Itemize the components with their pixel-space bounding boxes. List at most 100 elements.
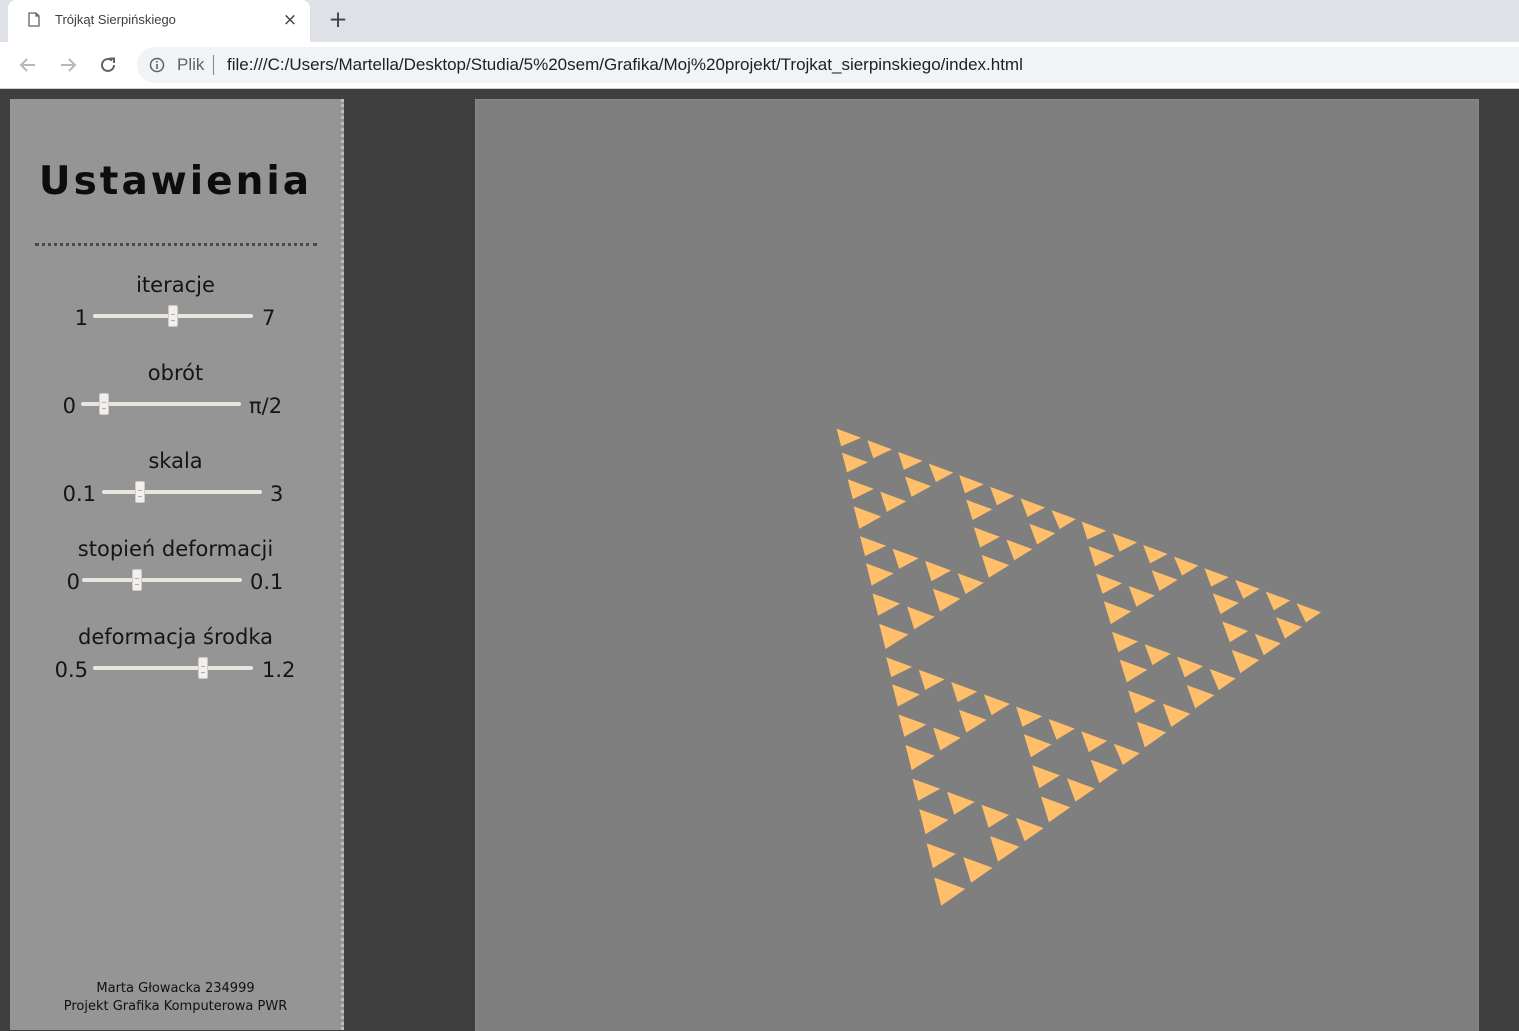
slider-thumb[interactable] [135, 481, 145, 503]
slider-thumb[interactable] [168, 305, 178, 327]
slider-track[interactable] [93, 305, 253, 327]
fractal-triangle [898, 451, 923, 470]
control-min: 0.1 [62, 482, 96, 506]
fractal-triangle [1081, 731, 1108, 753]
fractal-triangle [860, 536, 887, 556]
fractal-triangle [1173, 556, 1199, 576]
fractal-triangle [933, 727, 961, 751]
fractal-triangle [934, 877, 966, 906]
fractal-triangle [1151, 570, 1178, 591]
control-max: 0.1 [250, 570, 284, 594]
new-tab-icon[interactable]: + [325, 7, 351, 33]
fractal-triangle [1023, 734, 1052, 758]
reload-icon[interactable] [95, 52, 121, 78]
control-label: iteracje [136, 273, 215, 297]
fractal-triangle [990, 836, 1020, 862]
browser-tab[interactable]: Trójkąt Sierpińskiego × [8, 0, 310, 42]
fractal-triangle [1128, 586, 1155, 607]
control-min: 0.5 [54, 658, 88, 682]
control-skala: skala 0.1 3 [10, 449, 341, 519]
fractal-triangle [1088, 546, 1115, 567]
fractal-triangle [1051, 510, 1076, 530]
fractal-triangle [1103, 601, 1132, 625]
fractal-triangle [1128, 690, 1156, 714]
forward-arrow-icon[interactable] [55, 52, 81, 78]
title-divider [35, 243, 317, 246]
fractal-triangle [1020, 498, 1046, 517]
control-label: deformacja środka [78, 625, 273, 649]
fractal-triangle [990, 486, 1015, 506]
fractal-triangle [1096, 573, 1123, 594]
fractal-triangle [1209, 669, 1236, 691]
control-iteracje: iteracje 1 7 [10, 273, 341, 343]
fractal-triangle [1041, 796, 1071, 823]
control-label: stopień deformacji [77, 537, 274, 561]
fractal-triangle [1119, 659, 1148, 683]
fractal-triangle [925, 560, 952, 582]
back-arrow-icon[interactable] [15, 52, 41, 78]
fractal-triangle [867, 440, 892, 459]
control-label: obrót [147, 361, 204, 385]
fractal-triangle [879, 623, 909, 649]
fractal-triangle [1235, 579, 1260, 599]
fractal-triangle [932, 588, 961, 612]
fractal-triangle [928, 463, 954, 483]
fractal-triangle [1066, 778, 1095, 802]
fractal-triangle [1016, 706, 1043, 727]
control-max: 1.2 [262, 658, 296, 682]
close-tab-icon[interactable]: × [280, 9, 300, 31]
fractal-triangle [1090, 759, 1119, 784]
fractal-triangle [1222, 621, 1249, 643]
fractal-triangle [1006, 539, 1033, 561]
control-max: π/2 [249, 394, 283, 418]
url-text[interactable]: file:///C:/Users/Martella/Desktop/Studia… [227, 55, 1023, 75]
info-icon[interactable] [149, 57, 165, 73]
slider-thumb[interactable] [99, 393, 109, 415]
fractal-triangle [1143, 544, 1168, 564]
drawing-canvas[interactable] [475, 99, 1479, 1031]
slider-track[interactable] [81, 393, 241, 415]
footer-project: Projekt Grafika Komputerowa PWR [63, 999, 288, 1014]
fractal-triangle [1254, 633, 1281, 656]
browser-toolbar: Plik file:///C:/Users/Martella/Desktop/S… [0, 42, 1519, 89]
fractal-triangle [898, 714, 927, 737]
fractal-triangle [983, 694, 1010, 716]
fractal-triangle [880, 491, 907, 512]
fractal-triangle [872, 593, 901, 616]
control-label: skala [148, 449, 203, 473]
fractal-triangle [963, 857, 993, 883]
control-deformacja-srodka: deformacja środka 0.5 1.2 [10, 625, 341, 695]
fractal-triangle [1136, 721, 1167, 748]
settings-title: Ustawienia [38, 159, 313, 204]
slider-thumb[interactable] [131, 569, 142, 591]
fractal-triangle [1186, 685, 1215, 709]
slider-thumb[interactable] [198, 657, 208, 679]
fractal-triangle [1029, 523, 1056, 545]
fractal-triangle [1113, 743, 1140, 765]
fractal-triangle [1204, 568, 1229, 587]
fractal-triangle [951, 682, 978, 703]
control-max: 7 [262, 306, 276, 330]
fractal-triangle [841, 452, 868, 473]
slider-track[interactable] [93, 657, 253, 679]
omnibox-separator [213, 55, 214, 75]
address-bar[interactable]: Plik file:///C:/Users/Martella/Desktop/S… [137, 47, 1519, 83]
fractal-triangle [1231, 649, 1260, 674]
slider-track[interactable] [102, 481, 262, 503]
fractal-triangle [1032, 765, 1060, 789]
footer: Marta Głowacka 234999 Projekt Grafika Ko… [10, 980, 341, 1016]
fractal-triangle [847, 479, 874, 500]
slider-track[interactable] [82, 569, 242, 591]
fractal-triangle [966, 499, 993, 520]
fractal-triangle [1276, 617, 1302, 639]
sierpinski-triangle [836, 428, 1321, 906]
fractal-triangle [959, 475, 984, 494]
fractal-triangle [886, 657, 913, 678]
control-min: 0 [66, 570, 80, 594]
tab-strip: Trójkąt Sierpińskiego × + [0, 0, 1519, 42]
fractal-triangle [947, 791, 975, 815]
fractal-triangle [1048, 719, 1075, 740]
control-stopien-deformacji: stopień deformacji 0 0.1 [10, 537, 341, 607]
footer-author: Marta Głowacka 234999 [96, 981, 255, 996]
scheme-label: Plik [177, 55, 205, 74]
